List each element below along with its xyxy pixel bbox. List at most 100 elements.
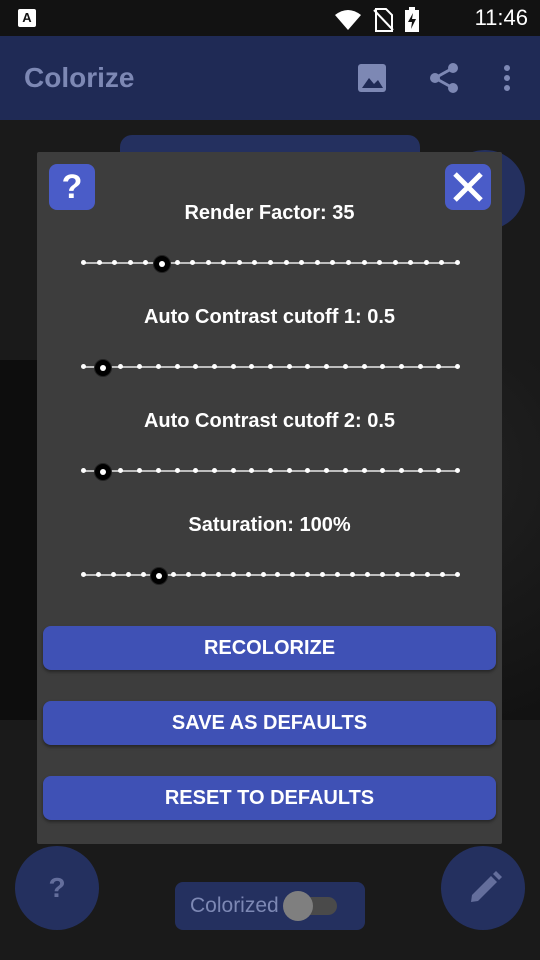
slider-tick: [230, 572, 236, 577]
slider-tick: [211, 468, 217, 473]
slider-tick: [408, 260, 414, 265]
slider-tick: [96, 260, 102, 265]
slider-tick: [436, 468, 442, 473]
slider-tick: [417, 364, 423, 369]
slider-tick: [185, 572, 191, 577]
slider-tick: [398, 468, 404, 473]
slider-tick: [118, 364, 124, 369]
slider-tick: [260, 572, 266, 577]
slider-tick: [440, 572, 446, 577]
colorized-toggle[interactable]: Colorized: [175, 882, 365, 930]
slider-tick: [398, 364, 404, 369]
slider-tick: [395, 572, 401, 577]
slider-tick: [342, 364, 348, 369]
pencil-icon: [471, 871, 502, 902]
help-fab-glyph: ?: [48, 872, 66, 903]
slider-tick: [268, 364, 273, 369]
no-sim-icon: [373, 8, 394, 32]
slider-tick: [417, 468, 423, 473]
more-vert-icon[interactable]: [489, 60, 525, 96]
slider-tick: [193, 364, 199, 369]
slider-tick: [143, 260, 149, 265]
slider-tick: [299, 260, 305, 265]
slider-tick: [81, 364, 86, 369]
slider-tick: [305, 468, 311, 473]
slider-tick: [380, 572, 386, 577]
slider-tick: [361, 468, 367, 473]
app-bar: Colorize: [0, 36, 540, 120]
contrast-cutoff-2-slider[interactable]: [81, 461, 460, 481]
saturation-slider[interactable]: [81, 565, 460, 585]
save-as-defaults-button[interactable]: SAVE AS DEFAULTS: [43, 701, 496, 745]
slider-tick: [211, 364, 217, 369]
slider-tick: [193, 468, 199, 473]
slider-tick: [335, 572, 341, 577]
contrast-cutoff-1-label: Auto Contrast cutoff 1: 0.5: [143, 306, 396, 328]
slider-tick: [380, 468, 386, 473]
slider-tick: [286, 364, 292, 369]
recolorize-button[interactable]: RECOLORIZE: [43, 626, 496, 670]
toggle-label: Colorized: [190, 894, 279, 917]
image-icon[interactable]: [354, 60, 390, 96]
slider-tick: [365, 572, 371, 577]
slider-tick: [81, 468, 86, 473]
slider-thumb[interactable]: [93, 463, 112, 481]
slider-tick: [268, 468, 273, 473]
slider-thumb[interactable]: [152, 255, 171, 273]
slider-tick: [342, 468, 348, 473]
slider-tick: [125, 572, 131, 577]
wifi-icon: [335, 10, 361, 30]
slider-tick: [249, 468, 255, 473]
slider-tick: [305, 572, 311, 577]
slider-tick: [455, 260, 460, 265]
app-title: Colorize: [24, 62, 135, 93]
slider-tick: [170, 572, 176, 577]
slider-tick: [275, 572, 281, 577]
slider-tick: [110, 572, 116, 577]
slider-tick: [455, 572, 460, 577]
render-factor-label: Render Factor: 35: [184, 202, 355, 224]
slider-tick: [140, 572, 146, 577]
slider-tick: [305, 364, 311, 369]
slider-tick: [330, 260, 336, 265]
slider-tick: [245, 572, 251, 577]
edit-fab[interactable]: [441, 846, 525, 930]
settings-dialog: ? Render Factor: 35 Auto Contrast cutoff…: [37, 152, 502, 844]
slider-tick: [361, 260, 367, 265]
slider-tick: [392, 260, 398, 265]
slider-tick: [249, 364, 255, 369]
slider-tick: [425, 572, 431, 577]
slider-thumb[interactable]: [149, 567, 168, 585]
contrast-cutoff-1-slider[interactable]: [81, 357, 460, 377]
notification-icon: A: [18, 9, 36, 27]
status-bar: A 11:46: [0, 0, 540, 36]
slider-tick: [174, 364, 180, 369]
slider-tick: [324, 364, 330, 369]
slider-tick: [174, 468, 180, 473]
slider-tick: [377, 260, 383, 265]
slider-tick: [455, 364, 460, 369]
render-factor-slider[interactable]: [81, 253, 460, 273]
slider-tick: [283, 260, 289, 265]
slider-tick: [230, 364, 236, 369]
slider-tick: [252, 260, 258, 265]
slider-tick: [236, 260, 242, 265]
share-icon[interactable]: [426, 60, 462, 96]
slider-tick: [81, 260, 86, 265]
slider-tick: [155, 468, 161, 473]
slider-tick: [95, 572, 101, 577]
saturation-label: Saturation: 100%: [188, 514, 351, 536]
reset-to-defaults-button[interactable]: RESET TO DEFAULTS: [43, 776, 496, 820]
slider-tick: [410, 572, 416, 577]
slider-tick: [350, 572, 356, 577]
slider-tick: [380, 364, 386, 369]
battery-charging-icon: [405, 7, 419, 32]
slider-tick: [137, 468, 143, 473]
slider-tick: [190, 260, 196, 265]
slider-tick: [205, 260, 211, 265]
slider-tick: [345, 260, 351, 265]
slider-thumb[interactable]: [93, 359, 112, 377]
slider-tick: [112, 260, 118, 265]
help-fab[interactable]: ?: [15, 846, 99, 930]
slider-tick: [174, 260, 180, 265]
